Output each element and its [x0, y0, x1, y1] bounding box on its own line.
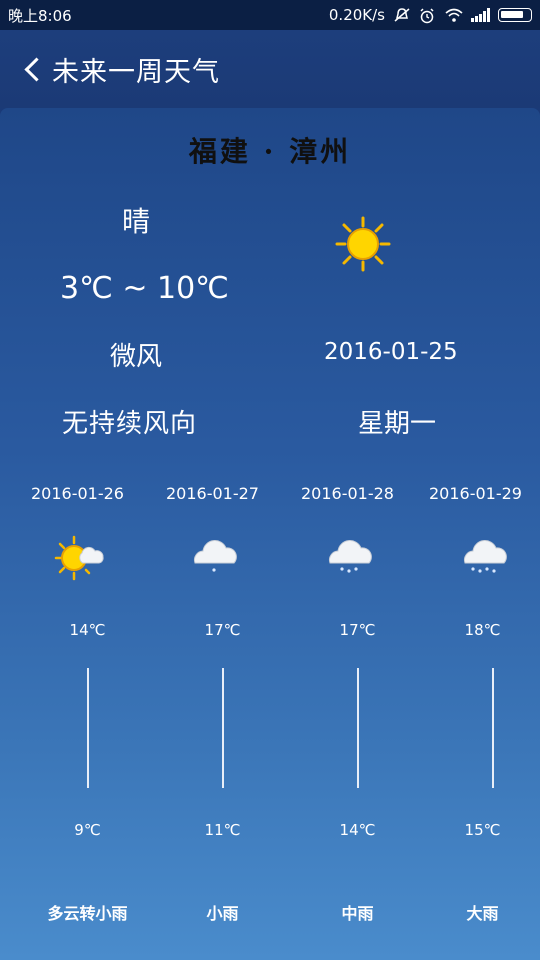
network-speed: 0.20K/s — [328, 6, 385, 24]
status-time: 晚上8:06 — [8, 6, 72, 25]
temperature-range-line — [492, 668, 494, 788]
forecast-description: 多云转小雨 — [47, 904, 128, 923]
city-name: 福建 · 漳州 — [188, 135, 352, 168]
forecast-day[interactable]: 2016-01-27 17℃ 11℃ 小雨 — [145, 478, 280, 938]
forecast-description: 中雨 — [341, 904, 374, 923]
forecast-date: 2016-01-28 — [301, 484, 394, 503]
status-bar: 晚上8:06 0.20K/s — [0, 0, 540, 30]
forecast-high: 18℃ — [464, 621, 501, 639]
alarm-icon — [419, 8, 437, 24]
signal-icon — [471, 8, 490, 22]
today-condition: 晴 — [122, 205, 151, 238]
today-weekday: 星期一 — [358, 409, 437, 439]
weather-card: 福建 · 漳州 晴 3℃ ~ 10℃ 微风 无持续风向 2016-01-25 星… — [0, 108, 540, 960]
forecast-description: 小雨 — [206, 904, 239, 923]
back-arrow-icon[interactable] — [22, 58, 44, 80]
forecast-low: 11℃ — [204, 821, 241, 839]
heavy-rain-icon — [464, 540, 507, 573]
temperature-range-line — [87, 668, 89, 788]
today-temperature-range: 3℃ ~ 10℃ — [60, 271, 229, 306]
sunny-icon — [335, 216, 391, 272]
forecast-low: 15℃ — [464, 821, 501, 839]
light-rain-icon — [194, 540, 237, 572]
page-title: 未来一周天气 — [52, 56, 220, 88]
today-wind: 微风 — [110, 342, 163, 372]
forecast-low: 9℃ — [74, 821, 101, 839]
wifi-icon — [445, 8, 463, 22]
forecast-list: 2016-01-26 14℃ 9℃ 多云转小雨 2016-01-27 17℃ 1… — [0, 478, 540, 938]
battery-icon — [498, 8, 532, 22]
temperature-range-line — [222, 668, 224, 788]
forecast-day[interactable]: 2016-01-26 14℃ 9℃ 多云转小雨 — [10, 478, 145, 938]
today-date: 2016-01-25 — [324, 339, 458, 365]
temperature-range-line — [357, 668, 359, 788]
app-bar: 未来一周天气 — [0, 30, 540, 108]
today-wind-direction: 无持续风向 — [62, 409, 198, 439]
sun-cloud-icon — [54, 535, 104, 581]
forecast-high: 14℃ — [69, 621, 106, 639]
moderate-rain-icon — [329, 540, 372, 573]
status-icons: 0.20K/s — [329, 6, 532, 24]
forecast-date: 2016-01-29 — [429, 484, 522, 503]
forecast-description: 大雨 — [466, 904, 499, 923]
forecast-date: 2016-01-26 — [31, 484, 124, 503]
forecast-date: 2016-01-27 — [166, 484, 259, 503]
forecast-day[interactable]: 2016-01-29 18℃ 15℃ 大雨 — [415, 478, 540, 938]
forecast-day[interactable]: 2016-01-28 17℃ 14℃ 中雨 — [280, 478, 415, 938]
forecast-high: 17℃ — [204, 621, 241, 639]
forecast-high: 17℃ — [339, 621, 376, 639]
mute-icon — [393, 8, 411, 22]
forecast-low: 14℃ — [339, 821, 376, 839]
